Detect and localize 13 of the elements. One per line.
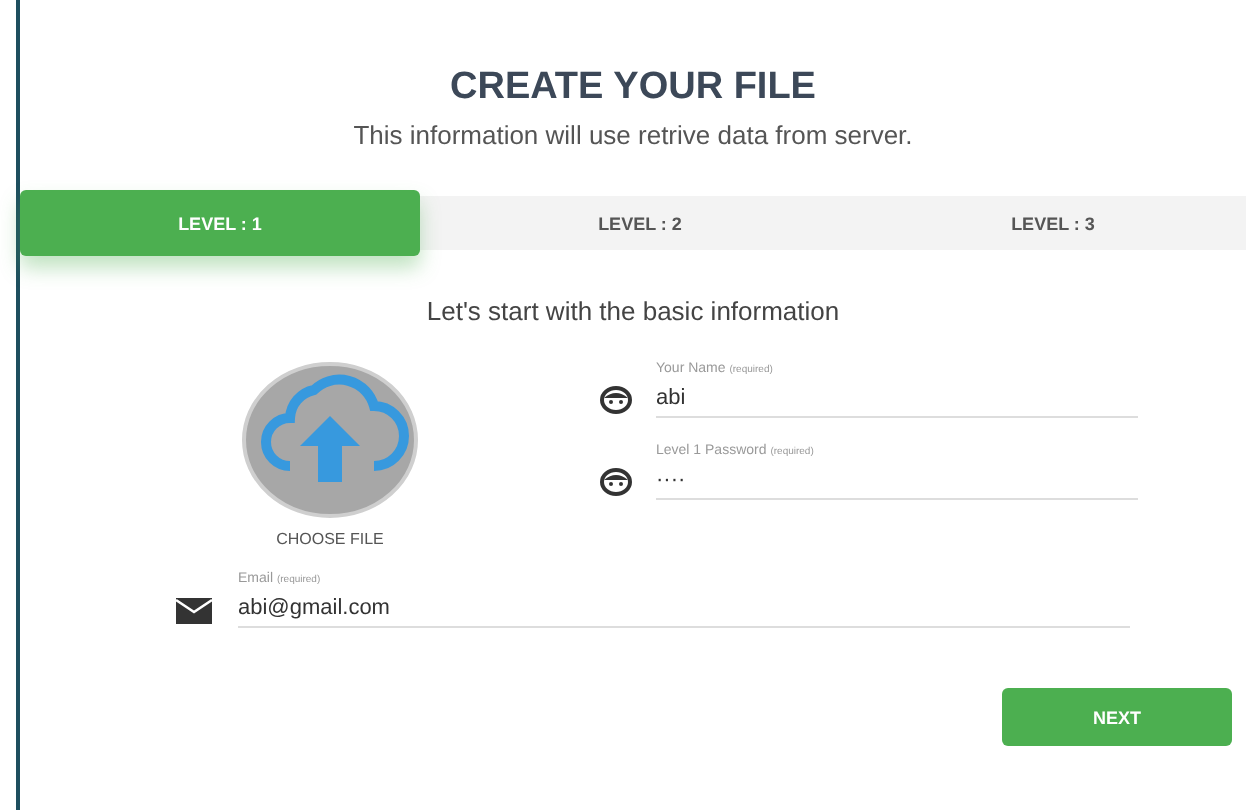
step-heading: Let's start with the basic information [424,296,842,326]
page-subtitle: This information will use retrive data from server. [351,120,915,150]
face-icon [600,386,632,414]
text-field[interactable]: ···· [656,468,1138,500]
page-title: CREATE YOUR FILE [448,66,818,110]
text-field[interactable]: abi [656,386,1138,418]
email-field[interactable]: abi@gmail.com [238,596,1130,628]
cloud-upload-icon[interactable] [242,362,418,518]
level-tab[interactable]: LEVEL : 3 [860,196,1246,250]
level-tab[interactable]: LEVEL : 2 [420,196,860,250]
choose-file-label[interactable]: CHOOSE FILE [276,530,384,548]
envelope-icon [176,597,212,623]
face-icon [600,468,632,496]
